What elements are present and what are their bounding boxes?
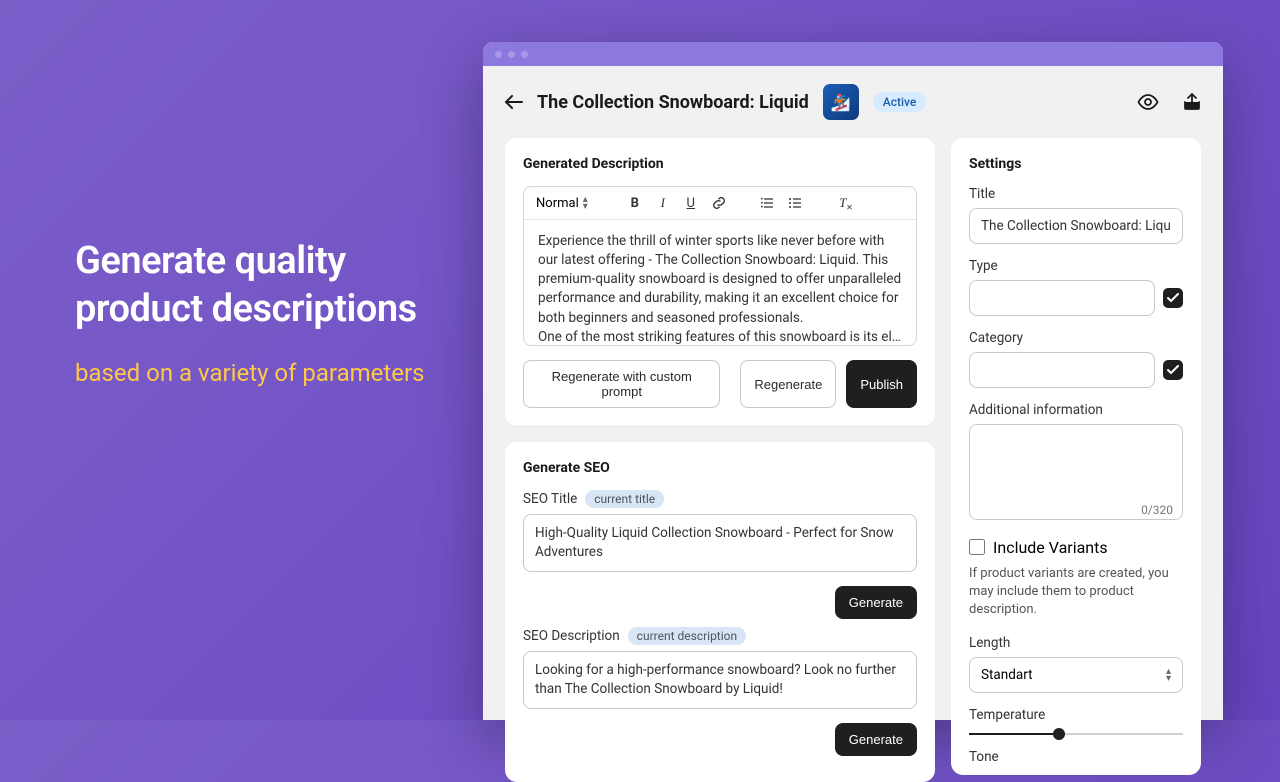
type-checkbox[interactable]	[1163, 288, 1183, 308]
format-label: Normal	[536, 196, 579, 211]
rich-text-editor[interactable]: Normal ▴▾ B I U	[523, 186, 917, 346]
type-label: Type	[969, 258, 1183, 274]
additional-info-label: Additional information	[969, 402, 1183, 418]
seo-title-input[interactable]	[523, 514, 917, 572]
regenerate-button[interactable]: Regenerate	[740, 360, 836, 408]
title-label: Title	[969, 186, 1183, 202]
clear-format-icon[interactable]: T✕	[836, 195, 850, 211]
editor-content[interactable]: Experience the thrill of winter sports l…	[524, 220, 916, 345]
category-input[interactable]	[969, 352, 1155, 388]
underline-icon[interactable]: U	[684, 196, 698, 211]
updown-icon: ▴▾	[1166, 668, 1171, 682]
seo-card: Generate SEO SEO Title current title Gen…	[505, 442, 935, 782]
regenerate-custom-button[interactable]: Regenerate with custom prompt	[523, 360, 720, 408]
include-variants-checkbox[interactable]	[969, 539, 985, 555]
temperature-label: Temperature	[969, 707, 1183, 723]
seo-title-label: SEO Title	[523, 491, 577, 507]
promo-panel: Generate quality product descriptions ba…	[75, 238, 455, 389]
tone-label: Tone	[969, 749, 1183, 765]
include-variants-help: If product variants are created, you may…	[969, 565, 1183, 620]
promo-subline: based on a variety of parameters	[75, 357, 455, 389]
category-label: Category	[969, 330, 1183, 346]
category-checkbox[interactable]	[1163, 360, 1183, 380]
italic-icon[interactable]: I	[656, 195, 670, 211]
slider-thumb[interactable]	[1053, 728, 1065, 740]
ordered-list-icon[interactable]	[760, 196, 774, 210]
card-title: Settings	[969, 156, 1183, 172]
promo-headline: Generate quality product descriptions	[75, 238, 455, 333]
updown-icon: ▴▾	[583, 196, 588, 210]
type-input[interactable]	[969, 280, 1155, 316]
preview-icon[interactable]	[1137, 94, 1159, 110]
seo-title-generate-button[interactable]: Generate	[835, 586, 917, 619]
page-title: The Collection Snowboard: Liquid	[537, 92, 809, 113]
card-title: Generate SEO	[523, 460, 917, 476]
traffic-light-dot	[508, 51, 515, 58]
publish-button[interactable]: Publish	[846, 360, 917, 408]
length-label: Length	[969, 635, 1183, 651]
format-dropdown[interactable]: Normal ▴▾	[536, 196, 588, 211]
back-button[interactable]	[505, 95, 523, 109]
title-input[interactable]	[969, 208, 1183, 244]
editor-toolbar: Normal ▴▾ B I U	[524, 187, 916, 220]
bullet-list-icon[interactable]	[788, 196, 802, 210]
page-header: The Collection Snowboard: Liquid 🏂 Activ…	[505, 84, 1201, 120]
current-description-pill: current description	[628, 627, 746, 645]
include-variants-label: Include Variants	[993, 538, 1108, 557]
traffic-light-dot	[521, 51, 528, 58]
product-thumbnail: 🏂	[823, 84, 859, 120]
char-counter: 0/320	[1141, 503, 1173, 517]
app-window: The Collection Snowboard: Liquid 🏂 Activ…	[483, 42, 1223, 720]
traffic-light-dot	[495, 51, 502, 58]
bold-icon[interactable]: B	[628, 196, 642, 211]
length-select[interactable]: Standart ▴▾	[969, 657, 1183, 693]
seo-description-label: SEO Description	[523, 628, 620, 644]
generated-description-card: Generated Description Normal ▴▾ B I U	[505, 138, 935, 426]
temperature-slider[interactable]	[969, 733, 1183, 735]
link-icon[interactable]	[712, 196, 726, 210]
card-title: Generated Description	[523, 156, 917, 172]
share-icon[interactable]	[1183, 93, 1201, 111]
status-badge: Active	[873, 92, 927, 112]
seo-description-generate-button[interactable]: Generate	[835, 723, 917, 756]
window-titlebar	[483, 42, 1223, 66]
current-title-pill: current title	[585, 490, 664, 508]
settings-card: Settings Title Type Category	[951, 138, 1201, 775]
seo-description-input[interactable]	[523, 651, 917, 709]
